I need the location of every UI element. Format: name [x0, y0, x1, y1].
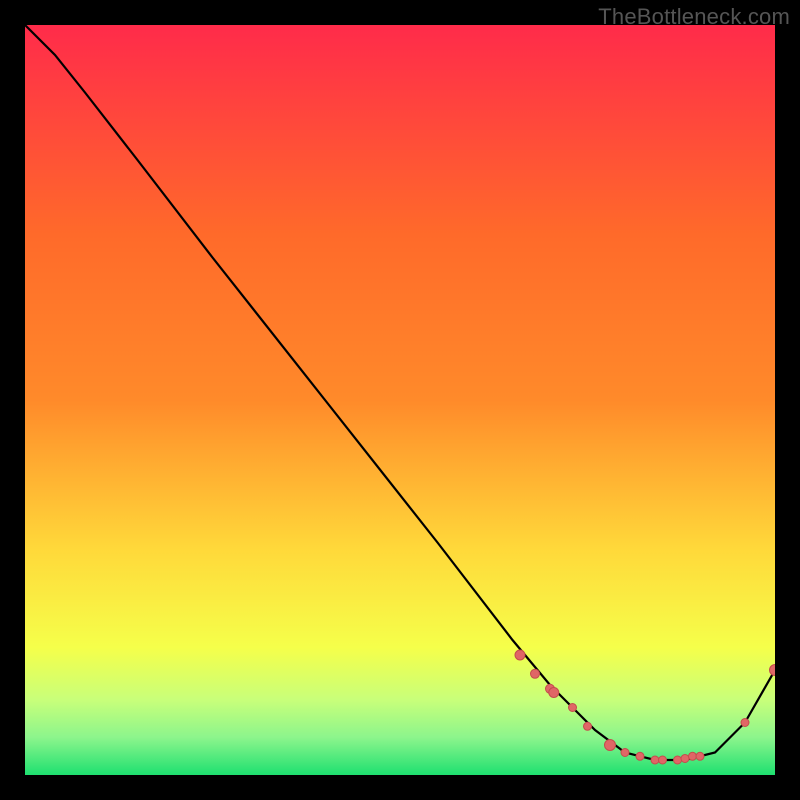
data-marker: [515, 650, 525, 660]
data-marker: [605, 740, 616, 751]
chart-frame: TheBottleneck.com: [0, 0, 800, 800]
data-marker: [636, 752, 644, 760]
data-marker: [659, 756, 667, 764]
data-marker: [569, 704, 577, 712]
watermark-text: TheBottleneck.com: [598, 4, 790, 30]
gradient-background: [25, 25, 775, 775]
data-marker: [531, 669, 540, 678]
data-marker: [621, 749, 629, 757]
data-marker: [689, 752, 697, 760]
chart-canvas: [25, 25, 775, 775]
data-marker: [741, 719, 749, 727]
plot-area: [25, 25, 775, 775]
data-marker: [696, 752, 704, 760]
data-marker: [584, 722, 592, 730]
data-marker: [674, 756, 682, 764]
data-marker: [549, 688, 559, 698]
data-marker: [681, 755, 689, 763]
data-marker: [651, 756, 659, 764]
